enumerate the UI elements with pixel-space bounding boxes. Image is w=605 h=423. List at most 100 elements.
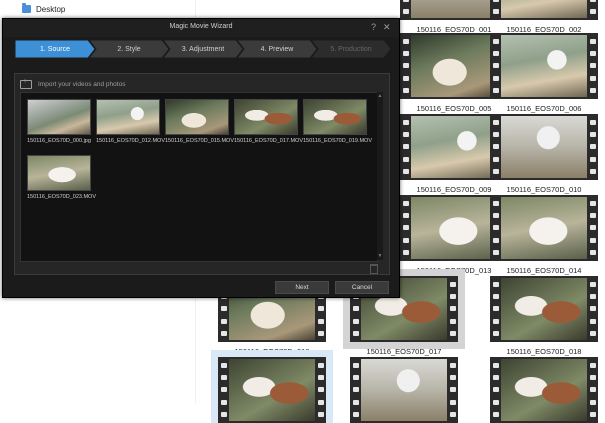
thumbnail-image [501, 0, 587, 18]
dialog-titlebar[interactable]: Magic Movie Wizard ? ✕ [3, 19, 399, 37]
video-thumbnail [490, 33, 598, 99]
media-thumbnail [234, 99, 298, 135]
film-sprockets [400, 0, 411, 20]
film-sprockets [587, 114, 598, 180]
file-tile[interactable]: 150116_EOS70D_014 [490, 195, 598, 275]
next-button[interactable]: Next [275, 281, 329, 294]
source-panel: Import your videos and photos 150116_EOS… [14, 73, 390, 275]
media-item[interactable]: 150116_EOS70D_015.MOV [165, 99, 234, 144]
thumbnail-image [501, 35, 587, 97]
film-sprockets [490, 0, 501, 20]
media-scrollbar[interactable]: ▲ ▼ [377, 92, 383, 260]
step-3[interactable]: 3. Adjustment [163, 40, 243, 58]
media-filename: 150116_EOS70D_015.MOV [165, 138, 234, 144]
magic-movie-wizard-dialog: Magic Movie Wizard ? ✕ 1. Source 2. Style… [2, 18, 400, 298]
file-tile[interactable]: 150116_EOS70D_002 [490, 0, 598, 34]
video-thumbnail [490, 195, 598, 261]
scroll-down-icon[interactable]: ▼ [377, 253, 383, 259]
film-sprockets [447, 276, 458, 342]
file-tile[interactable]: 150116_EOS70D_018 [490, 276, 598, 356]
thumbnail-image [411, 0, 497, 18]
film-sprockets [490, 357, 501, 423]
folder-icon [22, 3, 31, 13]
film-sprockets [350, 357, 361, 423]
media-filename: 150116_EOS70D_012.MOV [96, 138, 165, 144]
film-sprockets [587, 33, 598, 99]
import-icon [20, 78, 32, 89]
nav-item-desktop[interactable]: Desktop [22, 2, 65, 16]
film-sprockets [400, 195, 411, 261]
media-filename: 150116_EOS70D_000.jpg [27, 138, 91, 144]
import-media-button[interactable]: Import your videos and photos [20, 78, 126, 89]
import-label: Import your videos and photos [38, 81, 126, 88]
media-thumbnail [303, 99, 367, 135]
step-label: 1. Source [40, 45, 70, 53]
file-name: 150116_EOS70D_010 [506, 185, 582, 194]
file-tile[interactable] [350, 357, 458, 423]
file-name: 150116_EOS70D_017 [366, 347, 442, 356]
nav-item-label: Desktop [36, 4, 66, 14]
step-label: 5. Production [330, 45, 372, 53]
media-filename: 150116_EOS70D_023.MOV [27, 194, 96, 200]
film-sprockets [447, 357, 458, 423]
file-tile[interactable] [490, 357, 598, 423]
file-tile[interactable]: 150116_EOS70D_010 [490, 114, 598, 194]
media-thumbnail [96, 99, 160, 135]
media-thumbnail [27, 155, 91, 191]
film-sprockets [587, 0, 598, 20]
file-name: 150116_EOS70D_006 [506, 104, 582, 113]
media-item[interactable]: 150116_EOS70D_017.MOV [234, 99, 303, 144]
video-thumbnail [350, 357, 458, 423]
thumbnail-image [501, 278, 587, 340]
thumbnail-image [361, 359, 447, 421]
file-tile[interactable]: 150116_EOS70D_006 [490, 33, 598, 113]
step-label: 3. Adjustment [181, 45, 225, 53]
video-thumbnail [490, 276, 598, 342]
film-sprockets [587, 276, 598, 342]
media-item[interactable]: 150116_EOS70D_012.MOV [96, 99, 165, 144]
film-sprockets [587, 357, 598, 423]
media-filename: 150116_EOS70D_019.MOV [303, 138, 372, 144]
thumbnail-image [501, 116, 587, 178]
thumbnail-image [411, 197, 497, 259]
file-tile[interactable] [211, 350, 333, 423]
thumbnail-image [501, 359, 587, 421]
media-filename: 150116_EOS70D_017.MOV [234, 138, 303, 144]
step-label: 4. Preview [260, 45, 294, 53]
film-sprockets [490, 114, 501, 180]
thumbnail-image [411, 35, 497, 97]
media-item[interactable]: 150116_EOS70D_019.MOV [303, 99, 372, 144]
step-1[interactable]: 1. Source [15, 40, 95, 58]
media-library[interactable]: 150116_EOS70D_000.jpg 150116_EOS70D_012.M… [20, 92, 378, 262]
step-4[interactable]: 4. Preview [237, 40, 317, 58]
thumbnail-image [229, 359, 315, 421]
film-sprockets [400, 33, 411, 99]
scroll-up-icon[interactable]: ▲ [377, 93, 383, 99]
thumbnail-image [411, 116, 497, 178]
film-sprockets [490, 195, 501, 261]
file-name: 150116_EOS70D_016 [234, 347, 310, 356]
video-thumbnail [490, 0, 598, 20]
file-name: 150116_EOS70D_018 [506, 347, 582, 356]
film-sprockets [490, 276, 501, 342]
step-5: 5. Production [311, 40, 391, 58]
film-sprockets [400, 114, 411, 180]
trash-icon[interactable] [370, 264, 378, 274]
wizard-steps: 1. Source 2. Style 3. Adjustment 4. Preview… [15, 40, 391, 58]
step-2[interactable]: 2. Style [89, 40, 169, 58]
media-thumbnail [27, 99, 91, 135]
media-item[interactable]: 150116_EOS70D_000.jpg [27, 99, 91, 144]
help-icon[interactable]: ? [371, 22, 376, 32]
video-thumbnail [490, 357, 598, 423]
video-thumbnail [211, 350, 333, 423]
dialog-title: Magic Movie Wizard [169, 23, 233, 30]
cancel-button[interactable]: Cancel [335, 281, 389, 294]
close-icon[interactable]: ✕ [383, 22, 391, 33]
step-label: 2. Style [117, 45, 141, 53]
film-sprockets [218, 357, 229, 423]
film-sprockets [587, 195, 598, 261]
film-sprockets [315, 357, 326, 423]
media-item[interactable]: 150116_EOS70D_023.MOV [27, 155, 96, 200]
file-name: 150116_EOS70D_014 [506, 266, 582, 275]
thumbnail-image [501, 197, 587, 259]
